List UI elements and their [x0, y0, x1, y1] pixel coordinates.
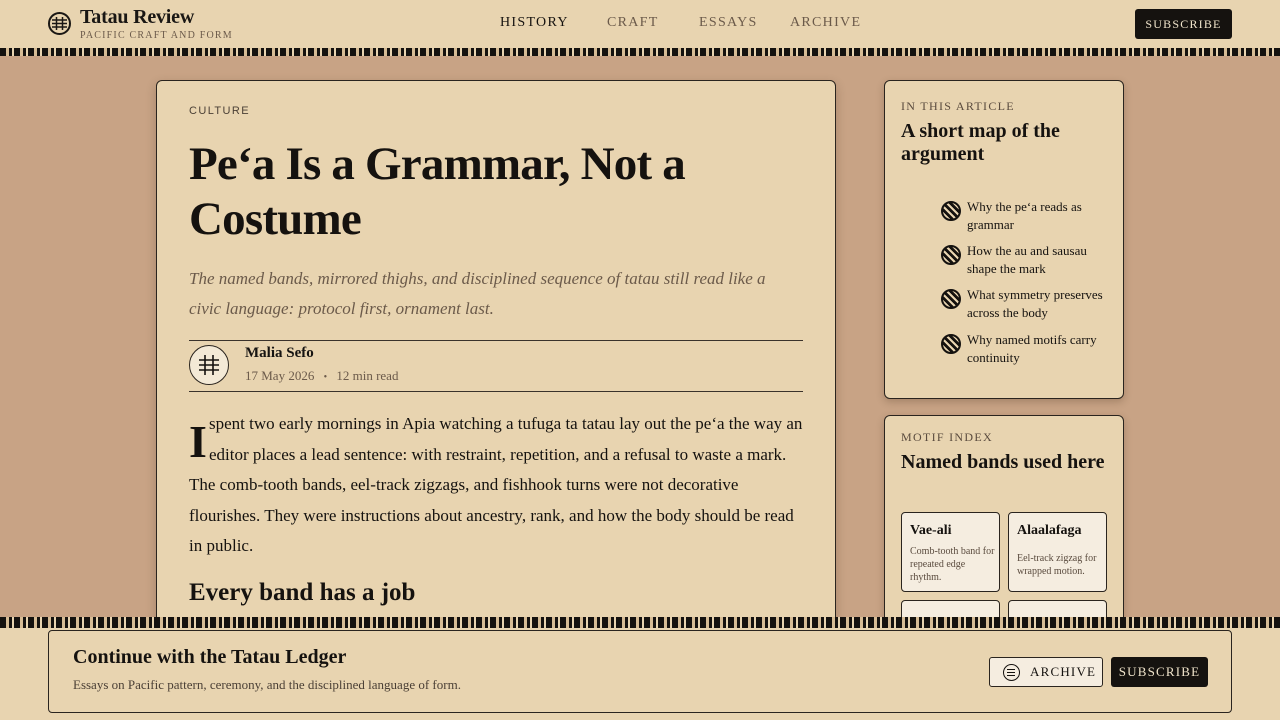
- cta-title: Continue with the Tatau Ledger: [73, 646, 347, 668]
- cta-subtitle: Essays on Pacific pattern, ceremony, and…: [73, 677, 461, 692]
- byline-bottom-rule: [189, 391, 803, 392]
- motif-description: Comb-tooth band for repeated edge rhythm…: [910, 546, 995, 583]
- motif-name: Alaalafaga: [1017, 523, 1082, 538]
- cta-subscribe-button[interactable]: SUBSCRIBE: [1111, 657, 1208, 687]
- meta-separator: •: [323, 372, 328, 383]
- toc-item-label: Why the pe‘a reads as grammar: [967, 199, 1082, 232]
- author-name[interactable]: Malia Sefo: [245, 345, 314, 362]
- section-heading: Every band has a job: [189, 579, 416, 606]
- toc-item-label: What symmetry preserves across the body: [967, 287, 1103, 320]
- nav-craft[interactable]: CRAFT: [607, 15, 659, 31]
- toc-kicker: IN THIS ARTICLE: [901, 99, 1015, 113]
- toc-item-label: How the au and sausau shape the mark: [967, 243, 1087, 276]
- header-subscribe-button[interactable]: SUBSCRIBE: [1135, 9, 1232, 39]
- motif-title: Named bands used here: [901, 451, 1105, 473]
- archive-button[interactable]: ARCHIVE: [989, 657, 1103, 687]
- byline-top-rule: [189, 340, 803, 341]
- header-pattern-divider: [0, 48, 1280, 56]
- site-header: Tatau Review PACIFIC CRAFT AND FORM HIST…: [0, 0, 1280, 48]
- toc-panel: IN THIS ARTICLE A short map of the argum…: [884, 80, 1124, 399]
- striped-circle-icon: [941, 245, 961, 265]
- article-meta: 17 May 2026 • 12 min read: [245, 368, 398, 384]
- nav-essays[interactable]: ESSAYS: [699, 15, 758, 31]
- striped-circle-icon: [941, 334, 961, 354]
- article-body: spent two early mornings in Apia watchin…: [189, 409, 805, 562]
- brand-subtitle: PACIFIC CRAFT AND FORM: [80, 30, 233, 41]
- newsletter-cta: Continue with the Tatau Ledger Essays on…: [48, 630, 1232, 713]
- archive-icon: [1003, 664, 1020, 681]
- body-line: editor places a lead sentence: with rest…: [209, 444, 787, 464]
- motif-card[interactable]: Vae-ali Comb-tooth band for repeated edg…: [901, 512, 1000, 592]
- article-dek: The named bands, mirrored thighs, and di…: [189, 269, 766, 318]
- toc-title: A short map of the argument: [901, 120, 1060, 165]
- footer-pattern-divider: [0, 617, 1280, 628]
- motif-description: Eel-track zigzag for wrapped motion.: [1017, 553, 1097, 577]
- motif-index-panel: MOTIF INDEX Named bands used here Vae-al…: [884, 415, 1124, 645]
- publish-date: 17 May 2026: [245, 368, 315, 383]
- toc-item-label: Why named motifs carry continuity: [967, 332, 1097, 365]
- article-card: CULTURE Pe‘a Is a Grammar, Not a Costume…: [156, 80, 836, 640]
- nav-history[interactable]: HISTORY: [500, 15, 569, 31]
- motif-kicker: MOTIF INDEX: [901, 430, 993, 444]
- article-kicker[interactable]: CULTURE: [189, 105, 250, 117]
- motif-card[interactable]: Alaalafaga Eel-track zigzag for wrapped …: [1008, 512, 1107, 592]
- author-avatar[interactable]: [189, 345, 229, 385]
- body-paragraph: The comb-tooth bands, eel-track zigzags,…: [189, 475, 794, 555]
- striped-circle-icon: [941, 289, 961, 309]
- nav-archive[interactable]: ARCHIVE: [790, 15, 861, 31]
- brand-title[interactable]: Tatau Review: [80, 6, 194, 29]
- brand-logo-icon[interactable]: [48, 12, 71, 35]
- archive-button-label: ARCHIVE: [1030, 664, 1097, 679]
- striped-circle-icon: [941, 201, 961, 221]
- article-headline: Pe‘a Is a Grammar, Not a Costume: [189, 138, 686, 245]
- read-time: 12 min read: [336, 368, 399, 383]
- body-line: spent two early mornings in Apia watchin…: [209, 414, 803, 433]
- motif-name: Vae-ali: [910, 523, 952, 538]
